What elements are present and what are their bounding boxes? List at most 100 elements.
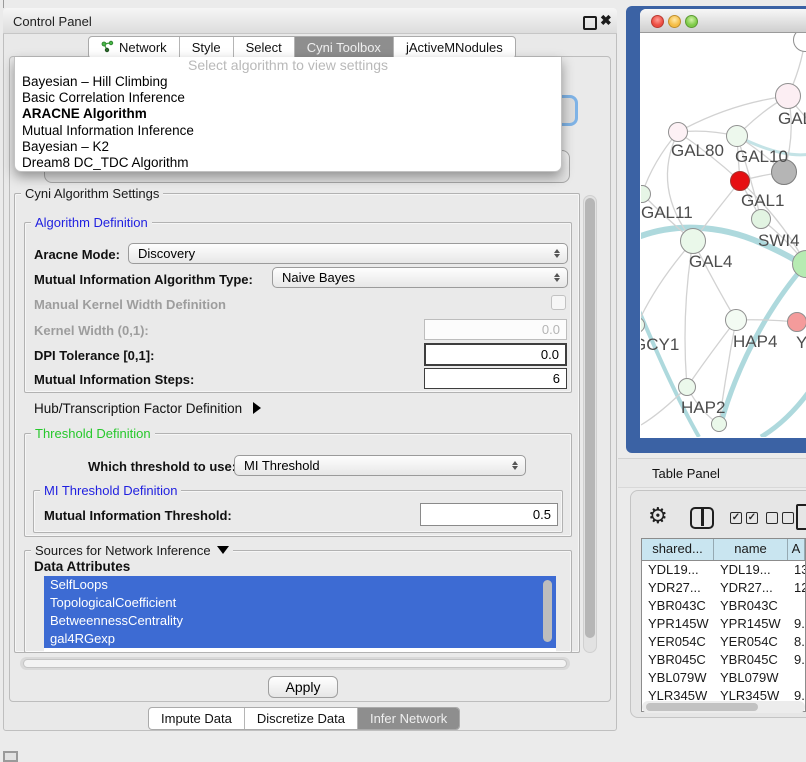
which-threshold-combobox[interactable]: MI Threshold <box>234 455 526 476</box>
tab-style-label: Style <box>192 40 221 55</box>
data-attributes-list[interactable]: SelfLoopsTopologicalCoefficientBetweenne… <box>44 576 556 652</box>
table-cell: YBL079W <box>714 669 788 687</box>
table-cell: YBL079W <box>642 669 714 687</box>
mi-threshold-field[interactable]: 0.5 <box>420 503 558 526</box>
tab-select[interactable]: Select <box>234 37 295 58</box>
tab-impute-data-label: Impute Data <box>161 711 232 726</box>
minimized-panel-icon[interactable] <box>3 751 18 762</box>
network-node[interactable] <box>787 312 806 332</box>
column-view-icon[interactable] <box>690 507 714 529</box>
algorithm-definition-title: Algorithm Definition <box>31 215 152 230</box>
export-table-icon[interactable] <box>796 504 806 530</box>
network-node[interactable] <box>726 125 748 147</box>
network-node[interactable] <box>678 378 696 396</box>
network-node[interactable] <box>711 416 727 432</box>
deselect-all-icon[interactable] <box>782 512 794 524</box>
aracne-mode-value: Discovery <box>138 246 195 261</box>
network-node[interactable] <box>751 209 771 229</box>
network-node[interactable] <box>730 171 750 191</box>
table-cell: YBR045C <box>714 651 788 669</box>
tab-impute-data[interactable]: Impute Data <box>149 708 245 729</box>
tab-jactivemnodules[interactable]: jActiveMNodules <box>394 37 515 58</box>
mi-algorithm-type-combobox[interactable]: Naive Bayes <box>272 267 568 288</box>
attribute-list-item[interactable]: BetweennessCentrality <box>44 612 556 630</box>
node-table: shared... name A YDL19...YDL19...13YDR27… <box>641 538 806 712</box>
network-node-label: GAL10 <box>735 147 788 167</box>
algorithm-dropdown-prompt: Select algorithm to view settings <box>15 57 561 74</box>
tab-edge-mark <box>3 0 4 8</box>
tab-infer-network-label: Infer Network <box>370 711 447 726</box>
control-panel-titlebar <box>3 8 617 34</box>
close-icon[interactable]: ✖ <box>600 12 612 29</box>
network-node[interactable] <box>775 83 801 109</box>
algorithm-option[interactable]: Basic Correlation Inference <box>15 90 561 106</box>
attribute-list-item[interactable]: TopologicalCoefficient <box>44 594 556 612</box>
network-node[interactable] <box>668 122 688 142</box>
algorithm-option[interactable]: Bayesian – Hill Climbing <box>15 74 561 90</box>
threshold-definition-title: Threshold Definition <box>31 426 155 441</box>
algorithm-option[interactable]: Dream8 DC_TDC Algorithm <box>15 155 561 171</box>
sources-group-title[interactable]: Sources for Network Inference <box>31 543 233 558</box>
network-window-titlebar[interactable] <box>640 9 806 33</box>
mi-threshold-label: Mutual Information Threshold: <box>44 508 232 523</box>
table-horizontal-scrollbar-thumb[interactable] <box>646 703 758 711</box>
settings-horizontal-scrollbar-thumb[interactable] <box>23 659 567 668</box>
select-all-icon[interactable]: ✓ <box>746 512 758 524</box>
deselect-all-icon[interactable] <box>766 512 778 524</box>
network-canvas[interactable]: GALGAL80GAL10GAL11GAL1SWI4GAL4GCY1HAP4YH… <box>641 33 806 437</box>
table-row[interactable]: YDL19...YDL19...13 <box>642 561 805 579</box>
settings-vertical-scrollbar-thumb[interactable] <box>585 198 595 638</box>
tab-network-label: Network <box>119 40 167 55</box>
table-row[interactable]: YPR145WYPR145W9. <box>642 615 805 633</box>
algorithm-option[interactable]: Bayesian – K2 <box>15 139 561 155</box>
tab-cyni-toolbox[interactable]: Cyni Toolbox <box>295 37 394 58</box>
network-node[interactable] <box>680 228 706 254</box>
window-minimize-icon[interactable] <box>668 15 681 28</box>
float-window-icon[interactable] <box>583 16 597 30</box>
table-cell: YDR27... <box>714 579 788 597</box>
column-header-partial[interactable]: A <box>788 539 805 560</box>
control-panel-title: Control Panel <box>13 14 92 29</box>
apply-button[interactable]: Apply <box>268 676 338 698</box>
table-row[interactable]: YBR043CYBR043C <box>642 597 805 615</box>
algorithm-option[interactable]: ARACNE Algorithm <box>15 106 561 122</box>
algorithm-dropdown-list[interactable]: Select algorithm to view settings Bayesi… <box>14 57 562 172</box>
algorithm-option[interactable]: Mutual Information Inference <box>15 123 561 139</box>
select-all-icon[interactable]: ✓ <box>730 512 742 524</box>
network-node-label: GAL4 <box>689 252 732 272</box>
table-row[interactable]: YER054CYER054C8. <box>642 633 805 651</box>
network-node-label: HAP4 <box>733 332 777 352</box>
aracne-mode-combobox[interactable]: Discovery <box>128 243 568 264</box>
table-row[interactable]: YBL079WYBL079W <box>642 669 805 687</box>
attribute-list-item[interactable]: SelfLoops <box>44 576 556 594</box>
manual-kernel-width-checkbox[interactable] <box>551 295 566 310</box>
stepper-arrows-icon <box>512 461 518 470</box>
network-node-label: GCY1 <box>641 335 679 355</box>
manual-kernel-width-label: Manual Kernel Width Definition <box>34 297 226 312</box>
table-row[interactable]: YBR045CYBR045C9. <box>642 651 805 669</box>
tab-discretize-data[interactable]: Discretize Data <box>245 708 358 729</box>
network-node[interactable] <box>725 309 747 331</box>
attributes-scrollbar[interactable] <box>543 580 552 642</box>
column-header-shared[interactable]: shared... <box>642 539 714 560</box>
window-close-icon[interactable] <box>651 15 664 28</box>
tab-style[interactable]: Style <box>180 37 234 58</box>
mi-steps-field[interactable]: 6 <box>424 368 567 389</box>
mi-threshold-definition-title: MI Threshold Definition <box>40 483 181 498</box>
column-header-name[interactable]: name <box>714 539 788 560</box>
hub-definition-toggle[interactable]: Hub/Transcription Factor Definition <box>34 400 261 418</box>
stepper-arrows-icon <box>554 273 560 282</box>
kernel-width-field[interactable]: 0.0 <box>424 319 567 340</box>
network-node-label: GAL1 <box>741 191 784 211</box>
table-cell: 9. <box>788 651 805 669</box>
dpi-tolerance-field[interactable]: 0.0 <box>424 343 567 366</box>
which-threshold-value: MI Threshold <box>244 458 320 473</box>
tab-infer-network[interactable]: Infer Network <box>358 708 459 729</box>
table-row[interactable]: YDR27...YDR27...12 <box>642 579 805 597</box>
attribute-list-item[interactable]: gal4RGexp <box>44 630 556 648</box>
table-cell <box>788 669 805 687</box>
gear-icon[interactable]: ⚙ <box>648 505 668 527</box>
network-node-label: Y <box>796 333 806 353</box>
tab-network[interactable]: Network <box>89 37 180 58</box>
window-zoom-icon[interactable] <box>685 15 698 28</box>
